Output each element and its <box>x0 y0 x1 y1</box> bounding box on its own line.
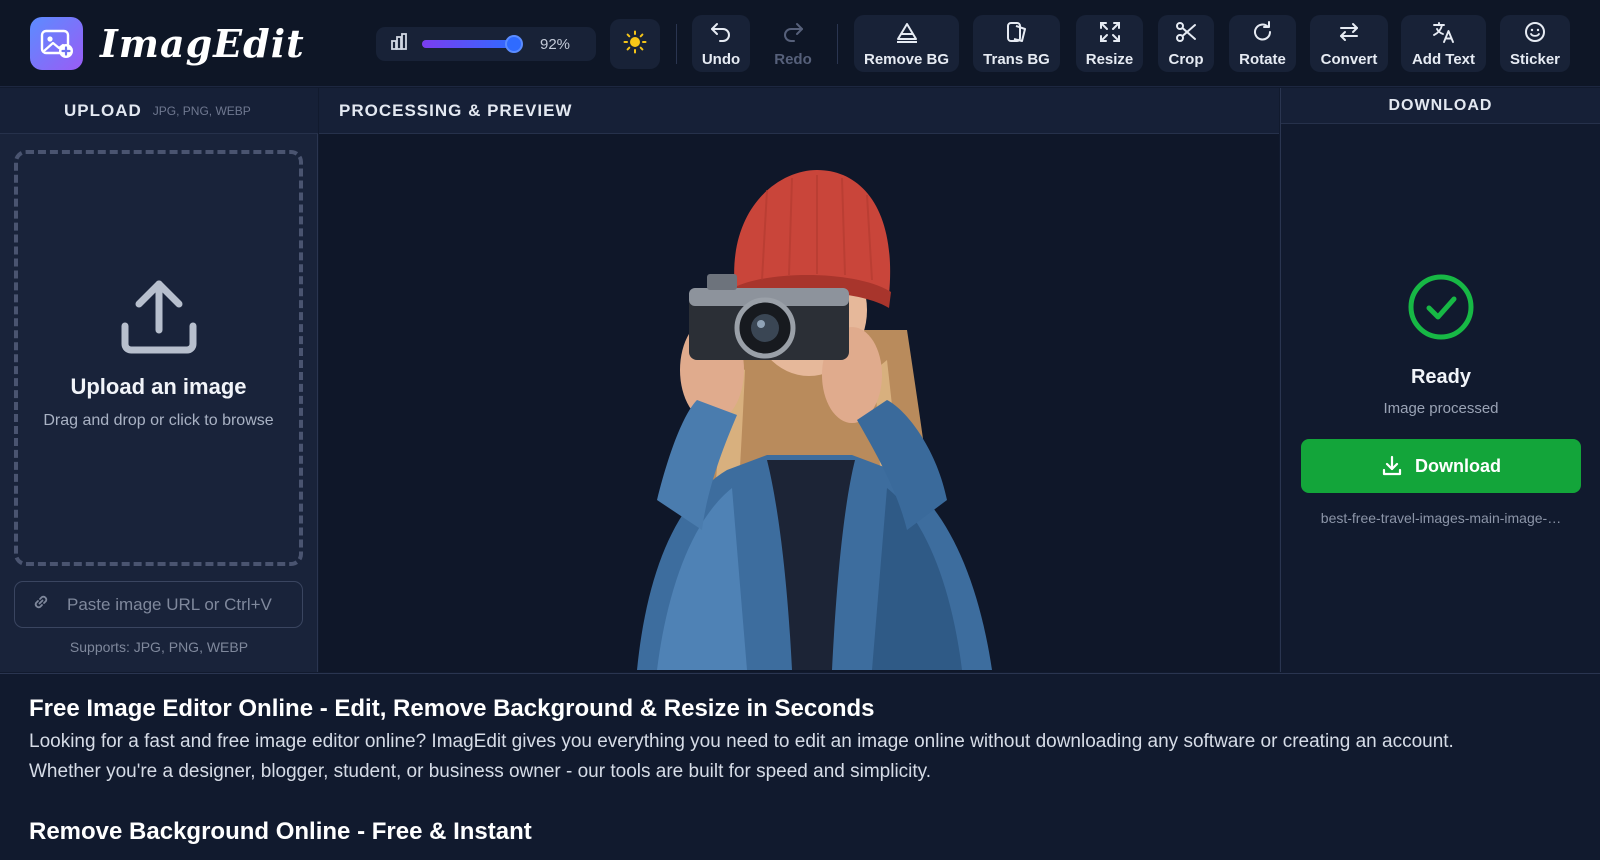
upload-panel: UPLOAD JPG, PNG, WEBP Upload an image Dr… <box>0 88 318 672</box>
undo-label: Undo <box>701 51 741 68</box>
convert-label: Convert <box>1320 51 1378 68</box>
smiley-icon <box>1523 21 1547 48</box>
rotate-icon <box>1251 21 1275 48</box>
upload-title: Upload an image <box>70 374 247 399</box>
supported-formats-text: Supports: JPG, PNG, WEBP <box>69 639 249 655</box>
upload-panel-header: UPLOAD JPG, PNG, WEBP <box>0 88 318 134</box>
add-text-button[interactable]: Add Text <box>1401 15 1486 72</box>
transparency-icon <box>1005 21 1029 48</box>
zoom-slider-handle[interactable] <box>505 35 523 53</box>
article-heading: Remove Background Online - Free & Instan… <box>29 818 532 845</box>
preview-panel-header: PROCESSING & PREVIEW <box>319 88 1279 134</box>
download-panel-header: DOWNLOAD <box>1281 88 1600 124</box>
rotate-label: Rotate <box>1239 51 1286 68</box>
add-text-label: Add Text <box>1411 51 1476 68</box>
convert-button[interactable]: Convert <box>1310 15 1388 72</box>
preview-heading: PROCESSING & PREVIEW <box>339 100 573 120</box>
article-line: Looking for a fast and free image editor… <box>29 731 1454 752</box>
resize-label: Resize <box>1085 51 1134 68</box>
crop-button[interactable]: Crop <box>1158 15 1214 72</box>
remove-bg-label: Remove BG <box>863 51 950 68</box>
upload-formats: JPG, PNG, WEBP <box>152 103 251 118</box>
trans-bg-button[interactable]: Trans BG <box>973 15 1060 72</box>
preview-image <box>637 170 992 670</box>
image-url-input[interactable] <box>67 594 287 615</box>
scissors-icon <box>1174 21 1198 48</box>
download-icon <box>1381 455 1403 477</box>
download-heading: DOWNLOAD <box>1388 96 1493 114</box>
upload-subtitle: Drag and drop or click to browse <box>43 412 274 429</box>
seo-article: Free Image Editor Online - Edit, Remove … <box>0 673 1600 860</box>
redo-icon <box>781 21 805 48</box>
image-add-icon <box>30 17 83 70</box>
redo-button[interactable]: Redo <box>764 15 822 72</box>
upload-icon <box>119 278 199 361</box>
bar-chart-icon <box>390 32 408 56</box>
download-panel: DOWNLOAD Ready Image processed Download … <box>1280 88 1600 672</box>
preview-panel <box>319 134 1279 672</box>
sticker-label: Sticker <box>1509 51 1561 68</box>
download-button[interactable]: Download <box>1301 439 1581 493</box>
article-line: Whether you're a designer, blogger, stud… <box>29 761 932 782</box>
upload-heading: UPLOAD <box>64 100 142 120</box>
sun-icon <box>623 30 647 59</box>
redo-label: Redo <box>774 51 812 68</box>
remove-bg-button[interactable]: Remove BG <box>854 15 959 72</box>
theme-toggle-button[interactable] <box>610 19 660 69</box>
upload-dropzone[interactable]: Upload an image Drag and drop or click t… <box>14 150 303 566</box>
link-icon <box>31 592 51 617</box>
status-title: Ready <box>1410 366 1472 388</box>
article-paragraph: Looking for a fast and free image editor… <box>29 727 1571 787</box>
app-name: ImagEdit <box>100 21 305 66</box>
eraser-icon <box>895 21 919 48</box>
top-toolbar: ImagEdit 92% Undo Redo Remove BG Trans B… <box>0 0 1600 87</box>
zoom-slider-fill <box>422 40 514 48</box>
expand-icon <box>1098 21 1122 48</box>
crop-label: Crop <box>1168 51 1204 68</box>
undo-button[interactable]: Undo <box>692 15 750 72</box>
download-button-label: Download <box>1415 455 1501 476</box>
status-subtitle: Image processed <box>1383 400 1499 417</box>
zoom-control: 92% <box>376 27 596 61</box>
toolbar-divider <box>676 24 677 64</box>
undo-icon <box>709 21 733 48</box>
zoom-slider[interactable] <box>422 35 523 53</box>
article-heading: Free Image Editor Online - Edit, Remove … <box>29 695 875 722</box>
zoom-value: 92% <box>540 35 571 53</box>
sticker-button[interactable]: Sticker <box>1500 15 1570 72</box>
check-circle-icon <box>1407 273 1475 346</box>
toolbar-divider <box>837 24 838 64</box>
swap-icon <box>1337 21 1361 48</box>
rotate-button[interactable]: Rotate <box>1229 15 1296 72</box>
trans-bg-label: Trans BG <box>983 51 1050 68</box>
download-filename: best-free-travel-images-main-image-… <box>1320 510 1562 526</box>
resize-button[interactable]: Resize <box>1076 15 1143 72</box>
app-logo[interactable]: ImagEdit <box>30 17 305 70</box>
status-block: Ready Image processed <box>1281 273 1600 417</box>
translate-icon <box>1432 21 1456 48</box>
url-input-wrapper[interactable] <box>14 581 303 628</box>
